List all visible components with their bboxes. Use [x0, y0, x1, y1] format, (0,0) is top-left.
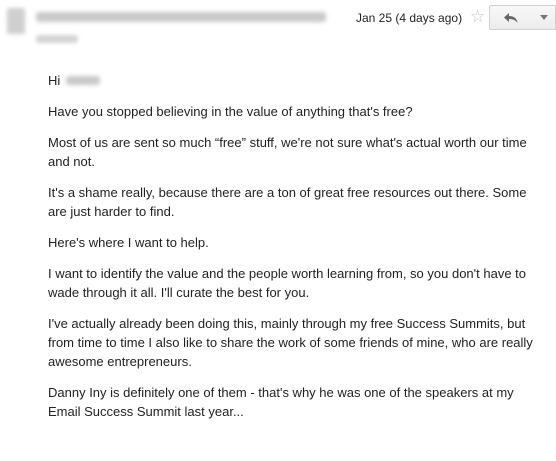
sender-avatar [7, 8, 25, 34]
paragraph-6: I've actually already been doing this, m… [48, 316, 533, 369]
chevron-down-icon [539, 14, 548, 20]
paragraph-5: I want to identify the value and the peo… [48, 266, 527, 300]
more-options-button[interactable] [532, 5, 556, 30]
message-header: Jan 25 (4 days ago) ☆ [0, 0, 556, 58]
recipient-name-redacted [66, 76, 101, 85]
sender-details-redacted[interactable] [36, 12, 326, 22]
paragraph-2: Most of us are sent so much “free” stuff… [48, 135, 527, 169]
paragraph-3: It's a shame really, because there are a… [48, 185, 527, 219]
paragraph-1: Have you stopped believing in the value … [48, 104, 413, 119]
message-date: Jan 25 (4 days ago) [356, 11, 463, 25]
reply-button[interactable] [489, 5, 533, 30]
reply-arrow-icon [504, 12, 518, 23]
star-icon[interactable]: ☆ [470, 7, 485, 27]
paragraph-4: Here's where I want to help. [48, 235, 209, 250]
recipient-details-redacted[interactable] [36, 35, 78, 43]
message-body: Hi Have you stopped believing in the val… [48, 71, 548, 433]
paragraph-7: Danny Iny is definitely one of them - th… [48, 385, 514, 419]
greeting-line: Hi [48, 71, 548, 90]
greeting-text: Hi [48, 73, 61, 88]
